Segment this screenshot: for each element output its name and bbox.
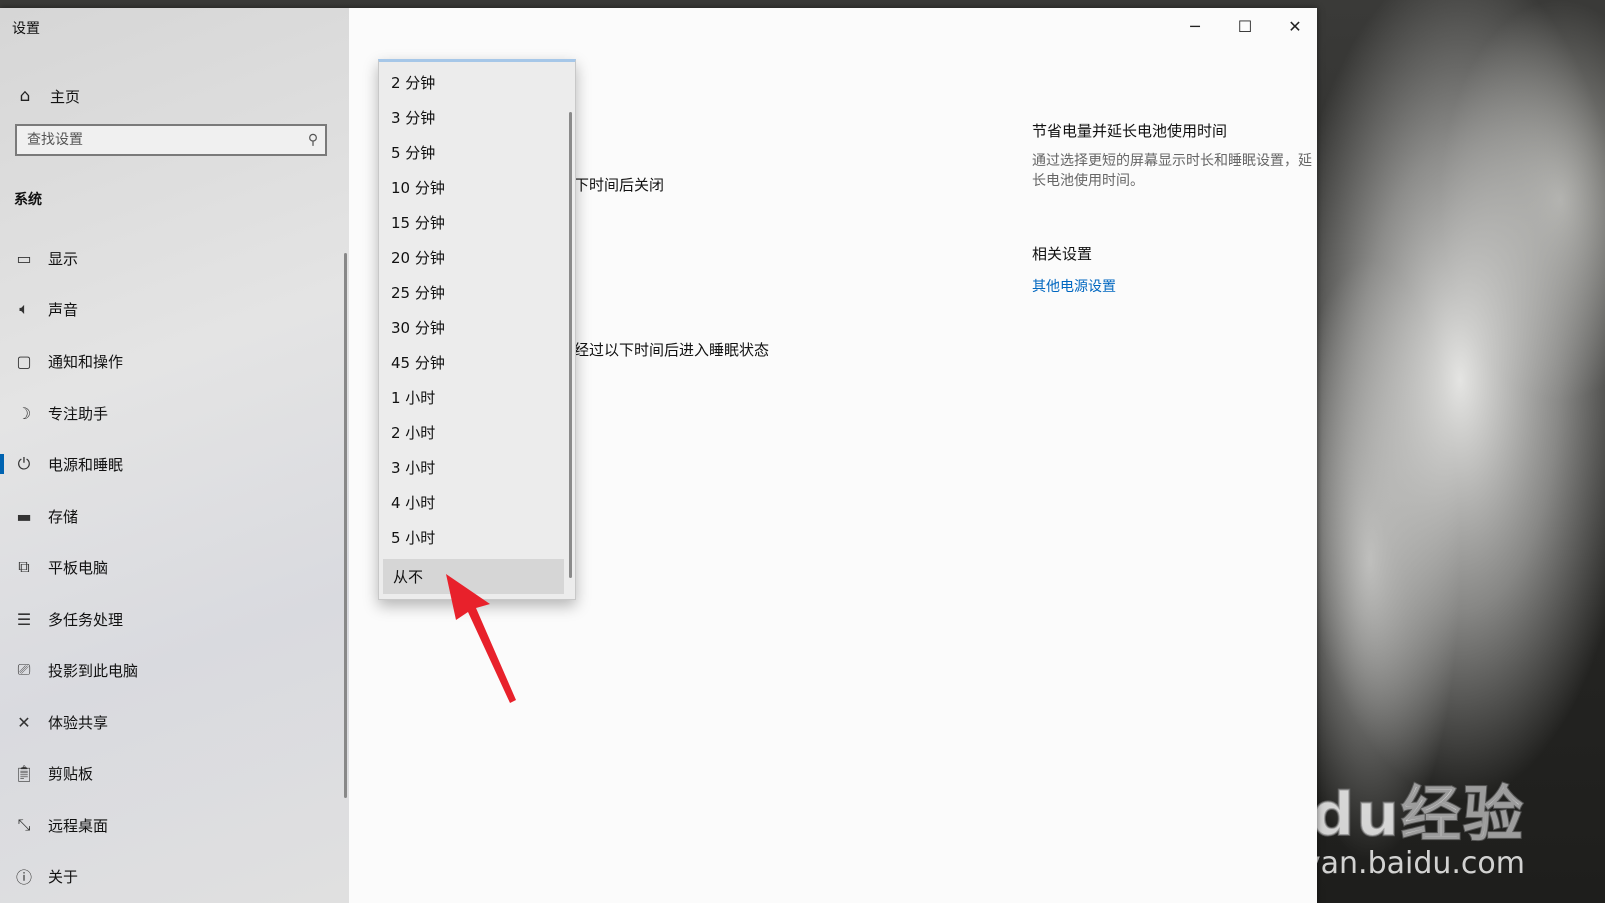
- search-icon[interactable]: ⚲: [301, 132, 325, 148]
- power-icon: ⏻: [17, 454, 31, 473]
- sidebar-item-notifications[interactable]: ▢ 通知和操作: [0, 341, 349, 381]
- timeout-dropdown-list[interactable]: 2 分钟 3 分钟 5 分钟 10 分钟 15 分钟 20 分钟 25 分钟 3…: [378, 59, 576, 600]
- sidebar-item-power-sleep[interactable]: ⏻ 电源和睡眠: [0, 444, 349, 484]
- maximize-button[interactable]: ☐: [1220, 8, 1270, 44]
- sidebar-item-focus-assist[interactable]: ☽ 专注助手: [0, 393, 349, 433]
- remote-desktop-icon: ⤡: [17, 815, 31, 834]
- sidebar-item-label: 多任务处理: [48, 610, 124, 629]
- sidebar-item-label: 电源和睡眠: [48, 455, 124, 474]
- sidebar-item-tablet[interactable]: ⧉ 平板电脑: [0, 547, 349, 587]
- dropdown-option[interactable]: 20 分钟: [379, 240, 569, 275]
- dropdown-option[interactable]: 1 小时: [379, 380, 569, 415]
- dropdown-option[interactable]: 45 分钟: [379, 345, 569, 380]
- notification-icon: ▢: [16, 351, 32, 371]
- sidebar-item-label: 体验共享: [48, 713, 109, 732]
- search-input[interactable]: [17, 131, 301, 149]
- dropdown-option[interactable]: 4 小时: [379, 485, 569, 520]
- sidebar-item-label: 通知和操作: [48, 352, 124, 371]
- screen-off-label: 下时间后关闭: [574, 176, 665, 194]
- multitask-icon: ☰: [16, 609, 32, 629]
- sidebar-item-display[interactable]: ▭ 显示: [0, 238, 349, 278]
- sidebar-item-label: 投影到此电脑: [48, 661, 139, 680]
- close-icon: ✕: [1288, 16, 1302, 36]
- display-icon: ▭: [16, 248, 32, 268]
- annotation-arrow-icon: [446, 574, 516, 703]
- battery-tip-heading: 节省电量并延长电池使用时间: [1032, 122, 1228, 140]
- dropdown-option[interactable]: 5 小时: [379, 520, 569, 555]
- related-settings-heading: 相关设置: [1032, 245, 1093, 263]
- dropdown-scrollbar[interactable]: [569, 112, 572, 578]
- project-icon: ⎚: [17, 660, 31, 679]
- section-label: 系统: [14, 192, 42, 208]
- dropdown-option[interactable]: 5 分钟: [379, 135, 569, 170]
- share-icon: ✕: [17, 712, 31, 732]
- window-title: 设置: [12, 21, 40, 37]
- home-icon: ⌂: [19, 86, 31, 106]
- dropdown-option[interactable]: 2 小时: [379, 415, 569, 450]
- dropdown-option[interactable]: 10 分钟: [379, 170, 569, 205]
- sidebar-item-multitasking[interactable]: ☰ 多任务处理: [0, 599, 349, 639]
- sidebar-item-shared-experiences[interactable]: ✕ 体验共享: [0, 702, 349, 742]
- sidebar-item-storage[interactable]: ▬ 存储: [0, 496, 349, 536]
- settings-window: 设置 ⌂ 主页 ⚲ 系统 ▭ 显示 🔈︎ 声音 ▢ 通知和操作 ☽ 专注助手 ⏻: [0, 8, 1317, 903]
- maximize-icon: ☐: [1237, 16, 1253, 36]
- minimize-button[interactable]: ─: [1170, 8, 1220, 44]
- dropdown-option[interactable]: 30 分钟: [379, 310, 569, 345]
- dropdown-option[interactable]: 3 小时: [379, 450, 569, 485]
- sidebar-item-project[interactable]: ⎚ 投影到此电脑: [0, 650, 349, 690]
- dropdown-option[interactable]: 15 分钟: [379, 205, 569, 240]
- sidebar-item-label: 关于: [48, 867, 79, 886]
- sidebar-item-about[interactable]: ⓘ 关于: [0, 856, 349, 896]
- tablet-icon: ⧉: [18, 557, 30, 576]
- search-box[interactable]: ⚲: [15, 124, 327, 156]
- sidebar-item-remote-desktop[interactable]: ⤡ 远程桌面: [0, 805, 349, 845]
- close-button[interactable]: ✕: [1270, 8, 1320, 44]
- sidebar-item-clipboard[interactable]: 📋︎ 剪贴板: [0, 753, 349, 793]
- dropdown-option[interactable]: 3 分钟: [379, 100, 569, 135]
- info-icon: ⓘ: [15, 868, 32, 887]
- clipboard-icon: 📋︎: [13, 763, 35, 783]
- sidebar: 设置 ⌂ 主页 ⚲ 系统 ▭ 显示 🔈︎ 声音 ▢ 通知和操作 ☽ 专注助手 ⏻: [0, 8, 349, 903]
- sidebar-item-label: 专注助手: [48, 404, 109, 423]
- sleep-label: 经过以下时间后进入睡眠状态: [574, 341, 770, 359]
- sidebar-item-sound[interactable]: 🔈︎ 声音: [0, 289, 349, 329]
- sidebar-item-label: 剪贴板: [48, 764, 94, 783]
- dropdown-option[interactable]: 25 分钟: [379, 275, 569, 310]
- sound-icon: 🔈︎: [19, 299, 29, 318]
- additional-power-settings-link[interactable]: 其他电源设置: [1032, 276, 1312, 296]
- minimize-icon: ─: [1190, 16, 1200, 36]
- moon-icon: ☽: [16, 403, 32, 423]
- sidebar-item-label: 声音: [48, 300, 79, 319]
- battery-tip-description: 通过选择更短的屏幕显示时长和睡眠设置，延长电池使用时间。: [1032, 153, 1312, 189]
- sidebar-scrollbar[interactable]: [344, 253, 347, 798]
- sidebar-item-label: 主页: [50, 87, 81, 106]
- sidebar-item-label: 存储: [48, 507, 79, 526]
- side-panel: 节省电量并延长电池使用时间 通过选择更短的屏幕显示时长和睡眠设置，延长电池使用时…: [1032, 120, 1312, 296]
- sidebar-item-label: 平板电脑: [48, 558, 109, 577]
- sidebar-item-label: 远程桌面: [48, 816, 109, 835]
- storage-icon: ▬: [16, 506, 32, 526]
- sidebar-item-label: 显示: [48, 249, 79, 268]
- sidebar-item-home[interactable]: ⌂ 主页: [14, 78, 80, 114]
- dropdown-option[interactable]: 2 分钟: [379, 65, 569, 100]
